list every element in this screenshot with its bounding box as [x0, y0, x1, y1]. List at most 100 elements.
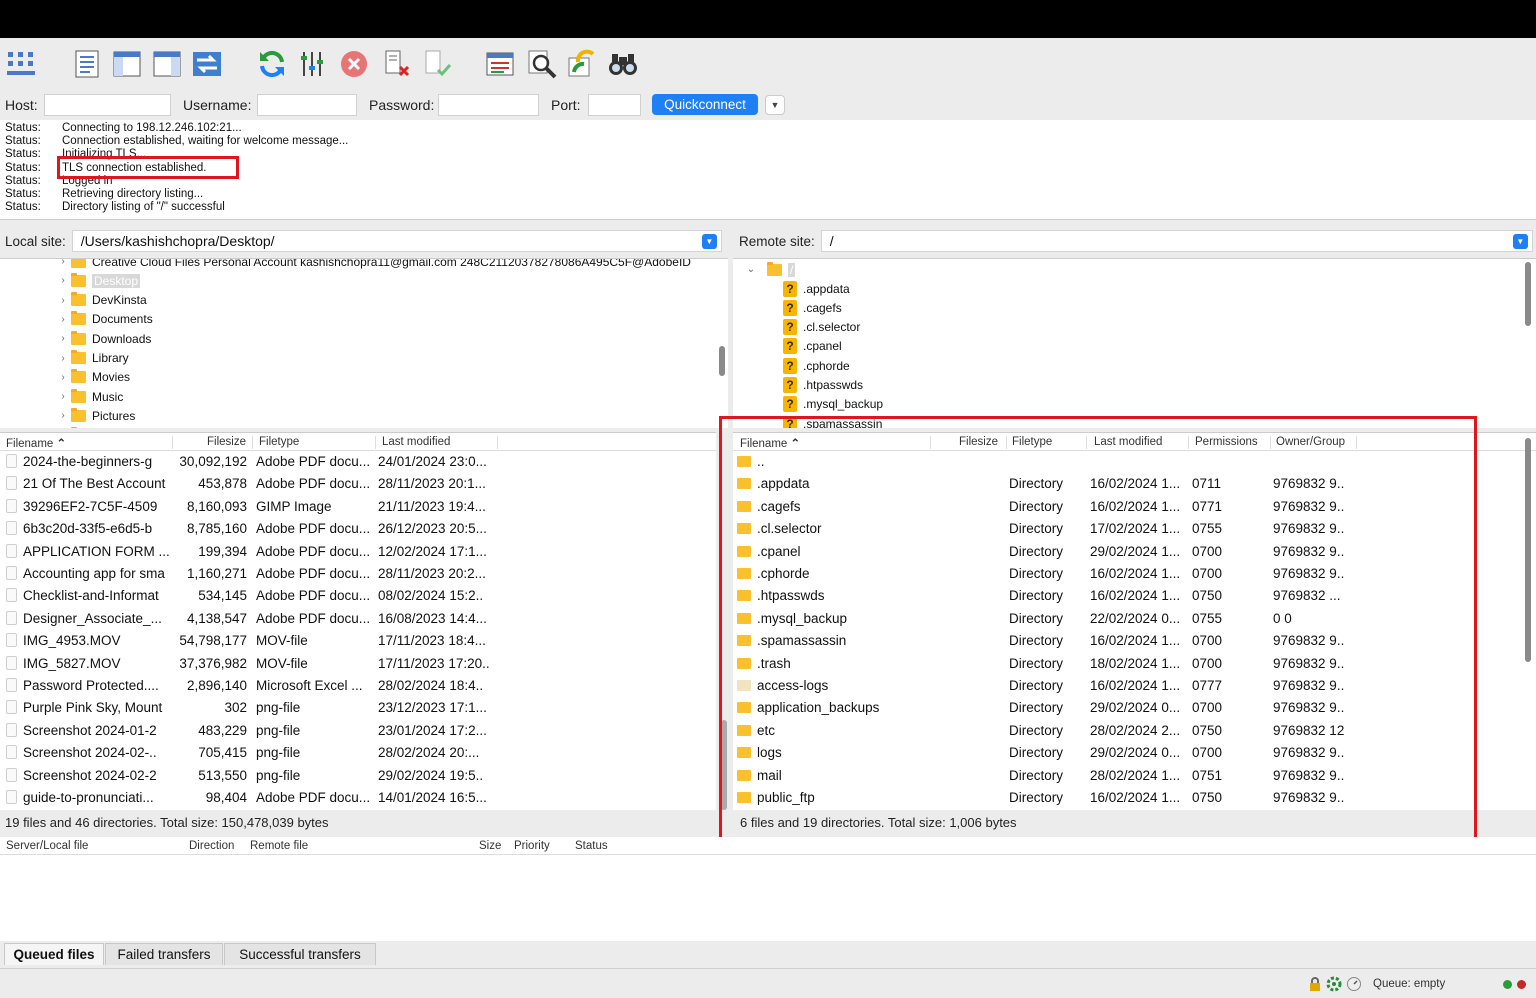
local-tree-item[interactable]: › DevKinsta — [55, 291, 147, 310]
local-file-type: png-file — [256, 767, 301, 783]
port-input[interactable] — [588, 94, 641, 116]
directory-comparison-icon[interactable] — [483, 47, 517, 81]
local-file-row[interactable]: guide-to-pronunciati... 98,404 Adobe PDF d… — [0, 787, 716, 809]
refresh-icon[interactable] — [255, 47, 289, 81]
local-col-modified[interactable]: Last modified — [382, 436, 450, 448]
local-col-filetype[interactable]: Filetype — [259, 436, 299, 448]
queue-col-size[interactable]: Size — [479, 840, 501, 852]
toggle-remote-tree-icon[interactable] — [150, 47, 184, 81]
toggle-transfer-queue-icon[interactable] — [190, 47, 224, 81]
remote-tree-root[interactable]: ⌄ / — [743, 260, 796, 279]
local-file-row[interactable]: 39296EF2-7C5F-4509 8,160,093 GIMP Image 21/… — [0, 496, 716, 518]
local-file-row[interactable]: IMG_5827.MOV 37,376,982 MOV-file 17/11/2023… — [0, 653, 716, 675]
chevron-right-icon[interactable]: › — [55, 314, 71, 325]
queue-col-priority[interactable]: Priority — [514, 840, 550, 852]
remote-tree-item[interactable]: ? .cphorde — [783, 356, 850, 375]
remote-path-input[interactable]: / ▼ — [820, 230, 1533, 252]
chevron-down-icon[interactable]: ⌄ — [743, 264, 759, 275]
host-input[interactable] — [44, 94, 171, 116]
local-tree-item[interactable]: › Downloads — [55, 329, 151, 348]
queue-col-status[interactable]: Status — [575, 840, 608, 852]
log-row: Status: Retrieving directory listing... — [0, 188, 1536, 201]
local-file-row[interactable]: Checklist-and-Informat 534,145 Adobe PDF d… — [0, 585, 716, 607]
tab-successful-transfers[interactable]: Successful transfers — [224, 943, 376, 965]
local-file-row[interactable]: Password Protected.... 2,896,140 Microsoft… — [0, 675, 716, 697]
remote-listing-highlight-box — [719, 416, 1477, 850]
local-file-row[interactable]: Purple Pink Sky, Mount 302 png-file 23/12/2… — [0, 697, 716, 719]
sync-browse-icon[interactable] — [565, 47, 599, 81]
local-file-name: Designer_Associate_... — [23, 610, 162, 626]
local-file-row[interactable]: 21 Of The Best Account 453,878 Adobe PDF d… — [0, 473, 716, 495]
local-file-row[interactable]: Designer_Associate_... 4,138,547 Adobe PDF… — [0, 608, 716, 630]
reconnect-icon[interactable] — [420, 47, 454, 81]
local-col-filesize[interactable]: Filesize — [207, 436, 246, 448]
chevron-right-icon[interactable]: › — [55, 391, 71, 402]
chevron-right-icon[interactable]: › — [55, 333, 71, 344]
bottom-status-bar: Queue: empty — [0, 968, 1536, 998]
download-indicator-icon — [1517, 980, 1526, 989]
chevron-right-icon[interactable]: › — [55, 353, 71, 364]
local-file-modified: 26/12/2023 20:5... — [378, 521, 487, 537]
local-file-row[interactable]: Screenshot 2024-02-.. 705,415 png-file 28/0… — [0, 742, 716, 764]
local-file-row[interactable]: APPLICATION FORM ... 199,394 Adobe PDF doc… — [0, 541, 716, 563]
chevron-right-icon[interactable]: › — [55, 295, 71, 306]
search-icon[interactable] — [606, 47, 640, 81]
quickconnect-history-dropdown[interactable]: ▼ — [765, 95, 785, 115]
chevron-right-icon[interactable]: › — [55, 259, 71, 267]
local-file-modified: 28/11/2023 20:2... — [378, 566, 486, 581]
site-manager-icon[interactable] — [4, 47, 38, 81]
local-tree-item[interactable]: › Pictures — [55, 406, 135, 425]
disconnect-icon[interactable] — [380, 47, 414, 81]
quickconnect-button[interactable]: Quickconnect — [652, 94, 758, 115]
local-file-name: 21 Of The Best Account — [23, 476, 166, 492]
local-file-row[interactable]: Accounting app for sma 1,160,271 Adobe PDF… — [0, 563, 716, 585]
chevron-right-icon[interactable]: › — [55, 275, 71, 286]
local-tree-item[interactable]: › Music — [55, 387, 123, 406]
local-tree-item[interactable]: › Desktop — [55, 271, 141, 290]
local-file-row[interactable]: IMG_4953.MOV 54,798,177 MOV-file 17/11/2023… — [0, 630, 716, 652]
queue-col-remote[interactable]: Remote file — [250, 840, 308, 852]
local-path-input[interactable]: /Users/kashishchopra/Desktop/ ▼ — [71, 230, 722, 252]
local-tree-item[interactable]: › Library — [55, 349, 129, 368]
local-tree-item[interactable]: › Creative Cloud Files Personal Account k… — [55, 259, 691, 271]
remote-tree-item[interactable]: ? .htpasswds — [783, 376, 863, 395]
remote-tree-item[interactable]: ? .cpanel — [783, 337, 842, 356]
toggle-message-log-icon[interactable] — [70, 47, 104, 81]
local-file-size: 302 — [224, 700, 247, 716]
local-tree-scrollbar[interactable] — [719, 346, 725, 376]
remote-tree-scrollbar[interactable] — [1525, 262, 1531, 326]
remote-tree-item[interactable]: ? .cl.selector — [783, 318, 860, 337]
speed-limit-icon[interactable] — [1346, 976, 1362, 992]
local-tree-item[interactable]: › Documents — [55, 310, 153, 329]
local-file-modified: 28/02/2024 20:... — [378, 745, 480, 761]
process-queue-icon[interactable] — [296, 47, 330, 81]
filename-filter-icon[interactable] — [525, 47, 559, 81]
local-file-size: 453,878 — [198, 476, 247, 492]
log-message: Connecting to 198.12.246.102:21... — [62, 122, 242, 134]
tab-failed-transfers[interactable]: Failed transfers — [105, 943, 223, 965]
local-path-dropdown-icon[interactable]: ▼ — [701, 234, 717, 249]
remote-list-scrollbar[interactable] — [1525, 438, 1531, 662]
local-tree-item[interactable]: › Movies — [55, 368, 130, 387]
remote-tree-item[interactable]: ? .cagefs — [783, 298, 842, 317]
toggle-local-tree-icon[interactable] — [110, 47, 144, 81]
username-input[interactable] — [257, 94, 357, 116]
queue-col-file[interactable]: Server/Local file — [6, 840, 88, 852]
local-file-size: 2,896,140 — [186, 678, 247, 693]
remote-path-dropdown-icon[interactable]: ▼ — [1512, 234, 1528, 249]
cancel-icon[interactable] — [337, 47, 371, 81]
local-tree-item[interactable]: ›Public — [55, 426, 125, 428]
remote-tree-item[interactable]: ? .mysql_backup — [783, 395, 883, 414]
local-col-filename[interactable]: Filename ⌃ — [6, 436, 66, 450]
remote-tree-item[interactable]: ? .appdata — [783, 279, 850, 298]
chevron-right-icon[interactable]: › — [55, 372, 71, 383]
local-file-row[interactable]: 6b3c20d-33f5-e6d5-b 8,785,160 Adobe PDF do… — [0, 518, 716, 540]
local-file-row[interactable]: Screenshot 2024-02-2 513,550 png-file 29/02… — [0, 765, 716, 787]
tab-queued-files[interactable]: Queued files — [4, 943, 104, 965]
password-input[interactable] — [438, 94, 539, 116]
local-file-row[interactable]: 2024-the-beginners-g 30,092,192 Adobe PDF … — [0, 451, 716, 473]
queue-col-direction[interactable]: Direction — [189, 840, 234, 852]
chevron-right-icon[interactable]: › — [55, 410, 71, 421]
local-file-row[interactable]: Screenshot 2024-01-2 483,229 png-file 23/01… — [0, 720, 716, 742]
local-file-name: Purple Pink Sky, Mount — [23, 700, 163, 716]
